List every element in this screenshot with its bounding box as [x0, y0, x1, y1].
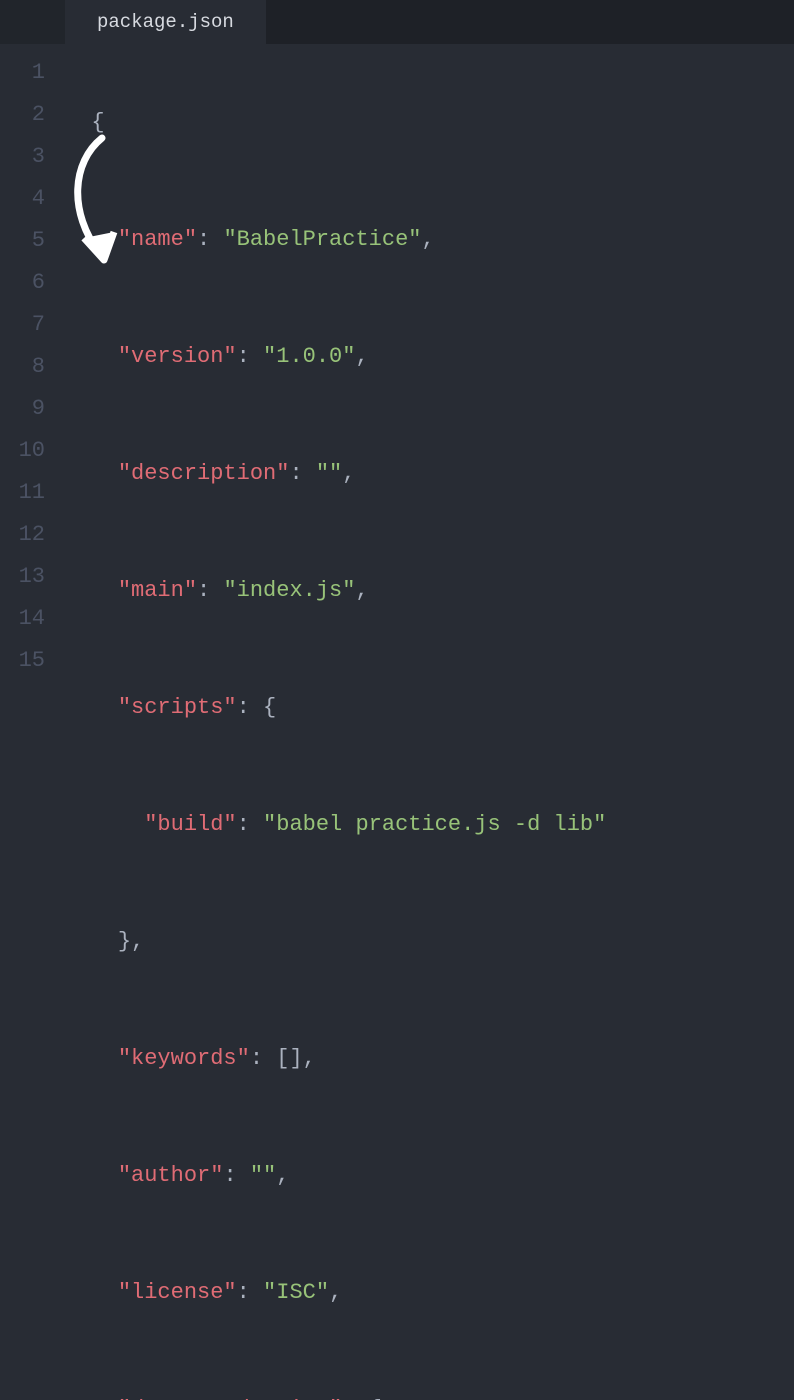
code-line: "build": "babel practice.js -d lib" [65, 804, 794, 846]
line-number: 9 [0, 388, 65, 430]
json-string: "babel practice.js -d lib" [263, 812, 606, 837]
line-number-gutter: 1 2 3 4 5 6 7 8 9 10 11 12 13 14 15 [0, 44, 65, 1400]
json-key: "keywords" [118, 1046, 250, 1071]
line-number: 3 [0, 136, 65, 178]
json-key: "author" [118, 1163, 224, 1188]
code-line: { [65, 102, 794, 144]
line-number: 11 [0, 472, 65, 514]
json-string: "" [316, 461, 342, 486]
line-number: 14 [0, 598, 65, 640]
json-key: "main" [118, 578, 197, 603]
code-line: "scripts": { [65, 687, 794, 729]
json-string: "index.js" [223, 578, 355, 603]
json-array: [] [276, 1046, 302, 1071]
line-number: 8 [0, 346, 65, 388]
tab-spacer [0, 0, 65, 44]
code-line: "license": "ISC", [65, 1272, 794, 1314]
line-number: 1 [0, 52, 65, 94]
tab-bar: package.json [0, 0, 794, 44]
json-key: "description" [118, 461, 290, 486]
line-number: 4 [0, 178, 65, 220]
code-line: "main": "index.js", [65, 570, 794, 612]
code-content[interactable]: { "name": "BabelPractice", "version": "1… [65, 44, 794, 1400]
json-string: "1.0.0" [263, 344, 355, 369]
line-number: 12 [0, 514, 65, 556]
brace: { [91, 110, 104, 135]
json-key: "license" [118, 1280, 237, 1305]
brace: }, [118, 929, 144, 954]
json-key: "build" [144, 812, 236, 837]
brace: { [369, 1397, 382, 1400]
json-string: "" [250, 1163, 276, 1188]
line-number: 15 [0, 640, 65, 682]
line-number: 10 [0, 430, 65, 472]
json-string: "ISC" [263, 1280, 329, 1305]
code-line: "name": "BabelPractice", [65, 219, 794, 261]
code-line: "version": "1.0.0", [65, 336, 794, 378]
line-number: 6 [0, 262, 65, 304]
line-number: 13 [0, 556, 65, 598]
line-number: 2 [0, 94, 65, 136]
json-key: "version" [118, 344, 237, 369]
code-line: "devDependencies": { [65, 1389, 794, 1400]
line-number: 5 [0, 220, 65, 262]
tab-package-json[interactable]: package.json [65, 0, 266, 44]
code-line: "author": "", [65, 1155, 794, 1197]
code-editor[interactable]: 1 2 3 4 5 6 7 8 9 10 11 12 13 14 15 { "n… [0, 44, 794, 1400]
code-line: "description": "", [65, 453, 794, 495]
tab-bar-empty [266, 0, 794, 44]
json-string: "BabelPractice" [223, 227, 421, 252]
json-key: "scripts" [118, 695, 237, 720]
code-line: }, [65, 921, 794, 963]
json-key: "name" [118, 227, 197, 252]
json-key: "devDependencies" [118, 1397, 342, 1400]
code-line: "keywords": [], [65, 1038, 794, 1080]
tab-filename: package.json [97, 11, 234, 33]
line-number: 7 [0, 304, 65, 346]
brace: { [263, 695, 276, 720]
